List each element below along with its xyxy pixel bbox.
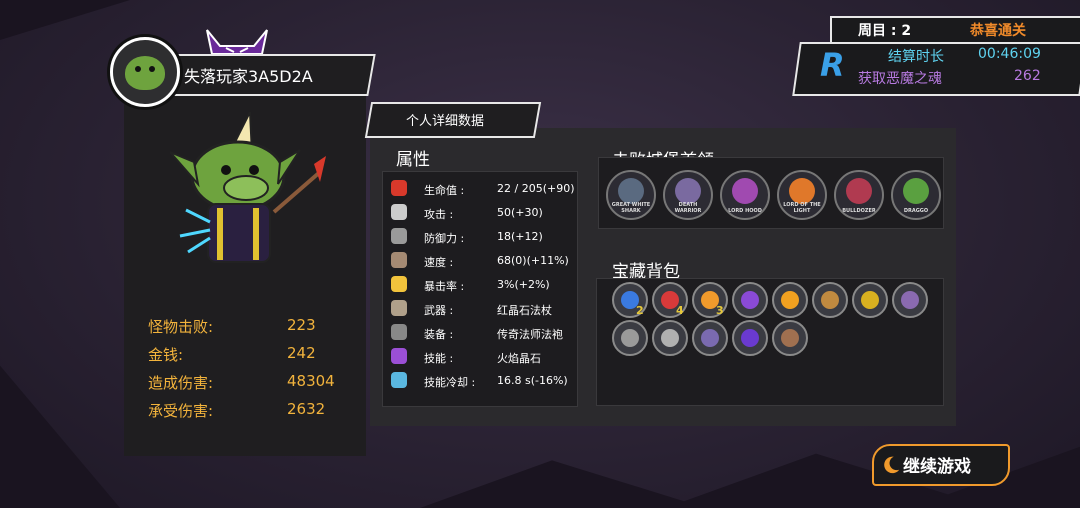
- boss-caption: LORD HOOD: [728, 208, 762, 214]
- attribute-value: 18(+12): [497, 230, 543, 243]
- treasure-item-count: 2: [636, 304, 644, 317]
- shield-icon: [391, 228, 407, 244]
- treasure-item[interactable]: [892, 282, 928, 318]
- treasure-item-icon: [781, 329, 799, 347]
- time-label: 结算时长: [888, 49, 944, 65]
- player-stat-label: 造成伤害:: [148, 374, 214, 392]
- boot-icon: [391, 252, 407, 268]
- attribute-label: 暴击率 :: [424, 280, 465, 293]
- bg-shard: [0, 365, 120, 508]
- treasure-item[interactable]: [772, 320, 808, 356]
- treasure-item-count: 3: [716, 304, 724, 317]
- attribute-value: 3%(+2%): [497, 278, 550, 291]
- souls-label: 获取恶魔之魂: [858, 71, 942, 87]
- treasure-item-icon: [821, 291, 839, 309]
- boss-portrait-icon: [732, 178, 758, 204]
- attribute-value: 火焰晶石: [497, 352, 541, 365]
- boss-caption: LORD OF THE LIGHT: [783, 202, 821, 214]
- boss-portrait-icon: [846, 178, 872, 204]
- attribute-label: 武器 :: [424, 304, 454, 317]
- boss-badge[interactable]: LORD HOOD: [720, 170, 770, 220]
- attribute-value: 22 / 205(+90): [497, 182, 575, 195]
- attribute-label: 生命值 :: [424, 184, 465, 197]
- treasure-item[interactable]: [732, 320, 768, 356]
- treasure-item-icon: [661, 329, 679, 347]
- congrats-text: 恭喜通关: [970, 23, 1026, 39]
- attribute-value: 红晶石法杖: [497, 304, 552, 317]
- player-stat-label: 金钱:: [148, 346, 184, 364]
- attribute-value: 传奇法师法袍: [497, 328, 563, 341]
- boss-portrait-icon: [903, 178, 929, 204]
- continue-button-label: 继续游戏: [903, 457, 971, 477]
- robe-icon: [391, 324, 407, 340]
- attribute-label: 装备 :: [424, 328, 454, 341]
- boss-caption: DRAGGO: [903, 208, 929, 214]
- boss-badge[interactable]: GREAT WHITE SHARK: [606, 170, 656, 220]
- time-value: 00:46:09: [978, 46, 1041, 62]
- treasure-item-icon: [701, 329, 719, 347]
- attribute-label: 技能 :: [424, 352, 454, 365]
- treasure-item-icon: [781, 291, 799, 309]
- boss-badge[interactable]: DRAGGO: [891, 170, 941, 220]
- character-portrait: [170, 112, 326, 263]
- boss-portrait-icon: [789, 178, 815, 204]
- player-stat-value: 242: [287, 344, 316, 362]
- player-avatar[interactable]: [110, 37, 180, 107]
- treasure-item[interactable]: [612, 320, 648, 356]
- treasure-item-icon: [901, 291, 919, 309]
- eye-icon: [149, 66, 155, 72]
- bg-shard: [0, 0, 130, 40]
- boss-badge[interactable]: DEATH WARRIOR: [663, 170, 713, 220]
- player-stat-value: 48304: [287, 372, 335, 390]
- treasure-item-icon: [741, 291, 759, 309]
- attribute-value: 50(+30): [497, 206, 543, 219]
- treasure-item[interactable]: [732, 282, 768, 318]
- treasure-item[interactable]: [692, 320, 728, 356]
- treasure-item[interactable]: [772, 282, 808, 318]
- treasure-item-icon: [621, 329, 639, 347]
- player-name: 失落玩家3A5D2A: [184, 67, 313, 86]
- attribute-label: 速度 :: [424, 256, 454, 269]
- staff-icon: [391, 300, 407, 316]
- souls-value: 262: [1014, 68, 1041, 84]
- attribute-label: 技能冷却 :: [424, 376, 476, 389]
- round-label: 周目 : 2: [858, 23, 912, 39]
- player-stat-label: 承受伤害:: [148, 402, 214, 420]
- player-stat-label: 怪物击败:: [148, 318, 214, 336]
- goblin-face-icon: [125, 56, 165, 90]
- attributes-title: 属性: [396, 150, 430, 170]
- boss-badge[interactable]: BULLDOZER: [834, 170, 884, 220]
- attribute-label: 攻击 :: [424, 208, 454, 221]
- heart-icon: [391, 180, 407, 196]
- details-tab-label: 个人详细数据: [406, 114, 485, 129]
- treasure-item-icon: [741, 329, 759, 347]
- treasure-item[interactable]: [852, 282, 888, 318]
- treasure-item[interactable]: [812, 282, 848, 318]
- boss-portrait-icon: [675, 178, 701, 204]
- crit-icon: [391, 276, 407, 292]
- crystal-icon: [391, 348, 407, 364]
- cooldown-icon: [391, 372, 407, 388]
- boss-badge[interactable]: LORD OF THE LIGHT: [777, 170, 827, 220]
- treasure-item[interactable]: [652, 320, 688, 356]
- moon-icon: [884, 456, 900, 474]
- sword-icon: [391, 204, 407, 220]
- treasure-item-icon: [861, 291, 879, 309]
- boss-portrait-icon: [618, 178, 644, 204]
- attribute-label: 防御力 :: [424, 232, 465, 245]
- attribute-value: 68(0)(+11%): [497, 254, 569, 267]
- boss-caption: DEATH WARRIOR: [674, 202, 702, 214]
- game-logo-icon: R: [820, 46, 845, 84]
- attribute-value: 16.8 s(-16%): [497, 374, 568, 387]
- player-stat-value: 2632: [287, 400, 326, 418]
- boss-caption: GREAT WHITE SHARK: [611, 202, 651, 214]
- treasure-item-count: 4: [676, 304, 684, 317]
- boss-caption: BULLDOZER: [842, 208, 876, 214]
- eye-icon: [135, 66, 141, 72]
- player-stat-value: 223: [287, 316, 316, 334]
